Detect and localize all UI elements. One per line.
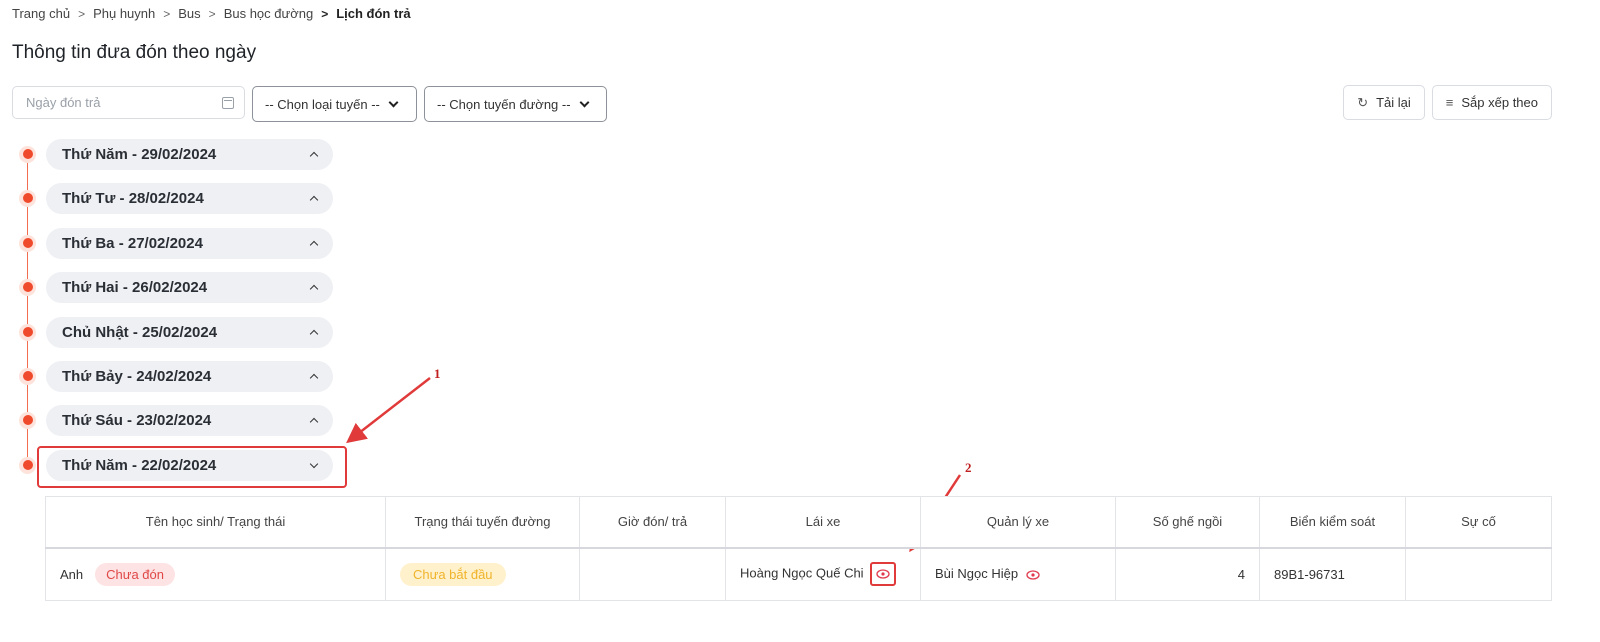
student-status-badge: Chưa đón (95, 562, 175, 586)
col-incident: Sự cố (1405, 496, 1552, 549)
chevron-up-icon (309, 240, 319, 249)
breadcrumb-separator: > (321, 6, 329, 21)
breadcrumb-bus[interactable]: Bus (178, 6, 200, 21)
sort-icon: ≡ (1445, 95, 1454, 110)
manager-name: Bùi Ngọc Hiệp (935, 565, 1019, 581)
day-label: Thứ Ba - 27/02/2024 (62, 234, 203, 252)
cell-student: Anh Chưa đón (45, 547, 386, 601)
route-select[interactable]: -- Chọn tuyến đường -- (424, 86, 607, 122)
view-manager-button[interactable] (1026, 567, 1040, 583)
annotation-label-1: 1 (434, 366, 441, 381)
day-label: Thứ Hai - 26/02/2024 (62, 278, 208, 296)
cell-seats: 4 (1115, 547, 1260, 601)
refresh-icon: ↻ (1357, 94, 1369, 110)
breadcrumb-school-bus[interactable]: Bus học đường (224, 6, 314, 21)
timeline-dot (19, 456, 36, 474)
breadcrumb-current: Lịch đón trả (336, 6, 411, 21)
route-status-badge: Chưa bắt đầu (400, 562, 506, 586)
date-picker-input[interactable]: Ngày đón trả (12, 86, 245, 119)
chevron-down-icon (579, 97, 590, 107)
cell-plate: 89B1-96731 (1259, 547, 1406, 601)
chevron-up-icon (309, 417, 319, 426)
chevron-down-icon (388, 97, 399, 107)
col-driver: Lái xe (725, 496, 921, 549)
col-plate: Biển kiểm soát (1259, 496, 1406, 549)
day-toggle-6[interactable]: Thứ Sáu - 23/02/2024 (46, 404, 333, 436)
cell-driver: Hoàng Ngọc Quế Chi (725, 547, 921, 601)
eye-icon (875, 569, 890, 579)
cell-route-status: Chưa bắt đầu (385, 547, 580, 601)
breadcrumb-separator: > (78, 6, 86, 21)
day-label: Thứ Tư - 28/02/2024 (62, 189, 204, 207)
breadcrumb-separator: > (208, 6, 216, 21)
route-type-select[interactable]: -- Chọn loại tuyến -- (252, 86, 417, 122)
col-time: Giờ đón/ trả (579, 496, 726, 549)
table-row: Anh Chưa đón Chưa bắt đầu Hoàng Ngọc Quế … (45, 547, 1552, 601)
filter-bar: Ngày đón trả -- Chọn loại tuyến -- -- Ch… (12, 86, 607, 122)
day-toggle-3[interactable]: Thứ Hai - 26/02/2024 (46, 271, 333, 303)
day-toggle-1[interactable]: Thứ Tư - 28/02/2024 (46, 182, 333, 214)
annotation-label-2: 2 (965, 460, 972, 475)
day-label: Thứ Sáu - 23/02/2024 (62, 411, 212, 429)
cell-time (579, 547, 726, 601)
timeline-dot (19, 189, 36, 207)
cell-incident (1405, 547, 1552, 601)
timeline-dot (19, 411, 36, 429)
day-toggle-5[interactable]: Thứ Bảy - 24/02/2024 (46, 360, 333, 392)
breadcrumb-parent[interactable]: Phụ huynh (93, 6, 155, 21)
breadcrumb: Trang chủ > Phụ huynh > Bus > Bus học đư… (12, 6, 411, 21)
chevron-up-icon (309, 329, 319, 338)
day-label: Thứ Năm - 29/02/2024 (62, 145, 217, 163)
driver-name: Hoàng Ngọc Quế Chi (740, 565, 864, 581)
breadcrumb-home[interactable]: Trang chủ (12, 6, 70, 21)
date-placeholder: Ngày đón trả (26, 95, 101, 110)
calendar-icon (222, 96, 234, 109)
timeline-dot (19, 323, 36, 341)
day-toggle-4[interactable]: Chủ Nhật - 25/02/2024 (46, 316, 333, 348)
table-header-row: Tên học sinh/ Trạng thái Trạng thái tuyế… (45, 496, 1552, 549)
page-title: Thông tin đưa đón theo ngày (12, 42, 257, 63)
chevron-up-icon (309, 284, 319, 293)
day-toggle-2[interactable]: Thứ Ba - 27/02/2024 (46, 227, 333, 259)
route-selected: -- Chọn tuyến đường -- (437, 96, 571, 112)
eye-icon (1026, 569, 1040, 580)
day-label: Chủ Nhật - 25/02/2024 (62, 323, 218, 341)
breadcrumb-separator: > (163, 6, 171, 21)
sort-label: Sắp xếp theo (1461, 95, 1538, 110)
sort-button[interactable]: ≡ Sắp xếp theo (1431, 85, 1552, 120)
timeline-dot (19, 145, 36, 163)
chevron-up-icon (309, 373, 319, 382)
reload-label: Tải lại (1376, 95, 1411, 110)
timeline-dot (19, 234, 36, 252)
schedule-table: Tên học sinh/ Trạng thái Trạng thái tuyế… (45, 496, 1552, 601)
route-type-selected: -- Chọn loại tuyến -- (265, 96, 380, 112)
chevron-up-icon (309, 151, 319, 160)
reload-button[interactable]: ↻ Tải lại (1343, 85, 1425, 120)
col-seats: Số ghế ngồi (1115, 496, 1260, 549)
annotation-arrow-1 (346, 377, 431, 444)
chevron-up-icon (309, 195, 319, 204)
col-student: Tên học sinh/ Trạng thái (45, 496, 386, 549)
annotation-highlight-box (37, 446, 347, 488)
timeline-dot (19, 367, 36, 385)
col-manager: Quản lý xe (920, 496, 1116, 549)
col-route-status: Trạng thái tuyến đường (385, 496, 580, 549)
student-name: Anh (60, 566, 84, 582)
cell-manager: Bùi Ngọc Hiệp (920, 547, 1116, 601)
timeline-dot (19, 278, 36, 296)
view-driver-button[interactable] (869, 562, 896, 587)
day-toggle-0[interactable]: Thứ Năm - 29/02/2024 (46, 138, 333, 170)
toolbar: ↻ Tải lại ≡ Sắp xếp theo (1343, 85, 1552, 120)
day-label: Thứ Bảy - 24/02/2024 (62, 367, 212, 385)
